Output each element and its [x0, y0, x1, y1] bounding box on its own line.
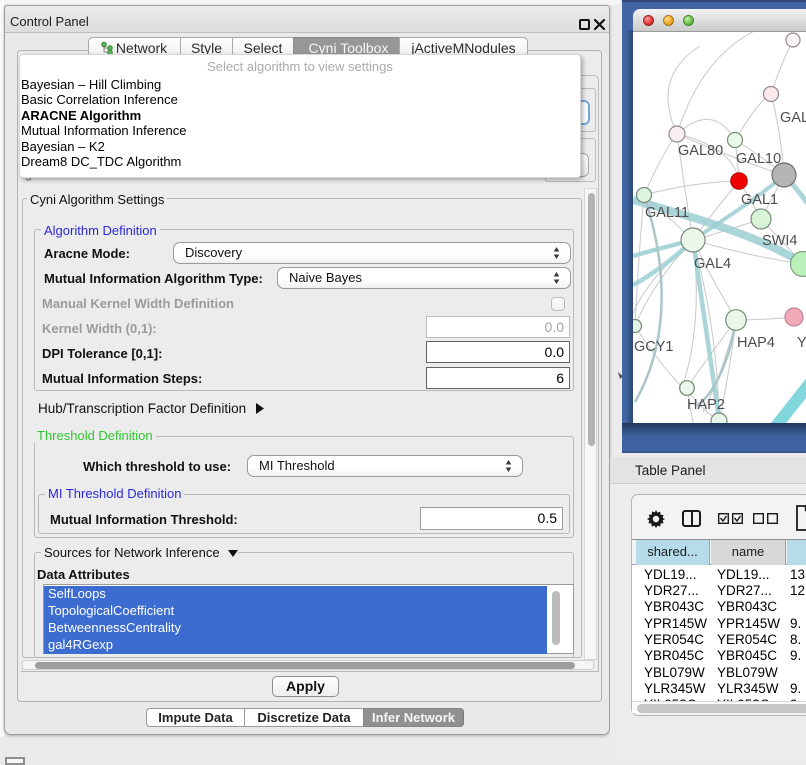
svg-text:HAP4: HAP4 — [737, 335, 775, 351]
svg-text:GAL1: GAL1 — [741, 192, 778, 208]
svg-text:GAL80: GAL80 — [678, 143, 723, 159]
svg-text:GAL4: GAL4 — [694, 256, 731, 272]
svg-text:GAL10: GAL10 — [736, 151, 781, 167]
svg-text:GCY1: GCY1 — [634, 339, 674, 355]
svg-text:GAL: GAL — [780, 110, 806, 126]
svg-text:Y: Y — [797, 335, 806, 351]
svg-text:GAL11: GAL11 — [645, 205, 689, 221]
svg-text:HAP2: HAP2 — [687, 397, 725, 413]
svg-text:SWI4: SWI4 — [762, 233, 797, 249]
